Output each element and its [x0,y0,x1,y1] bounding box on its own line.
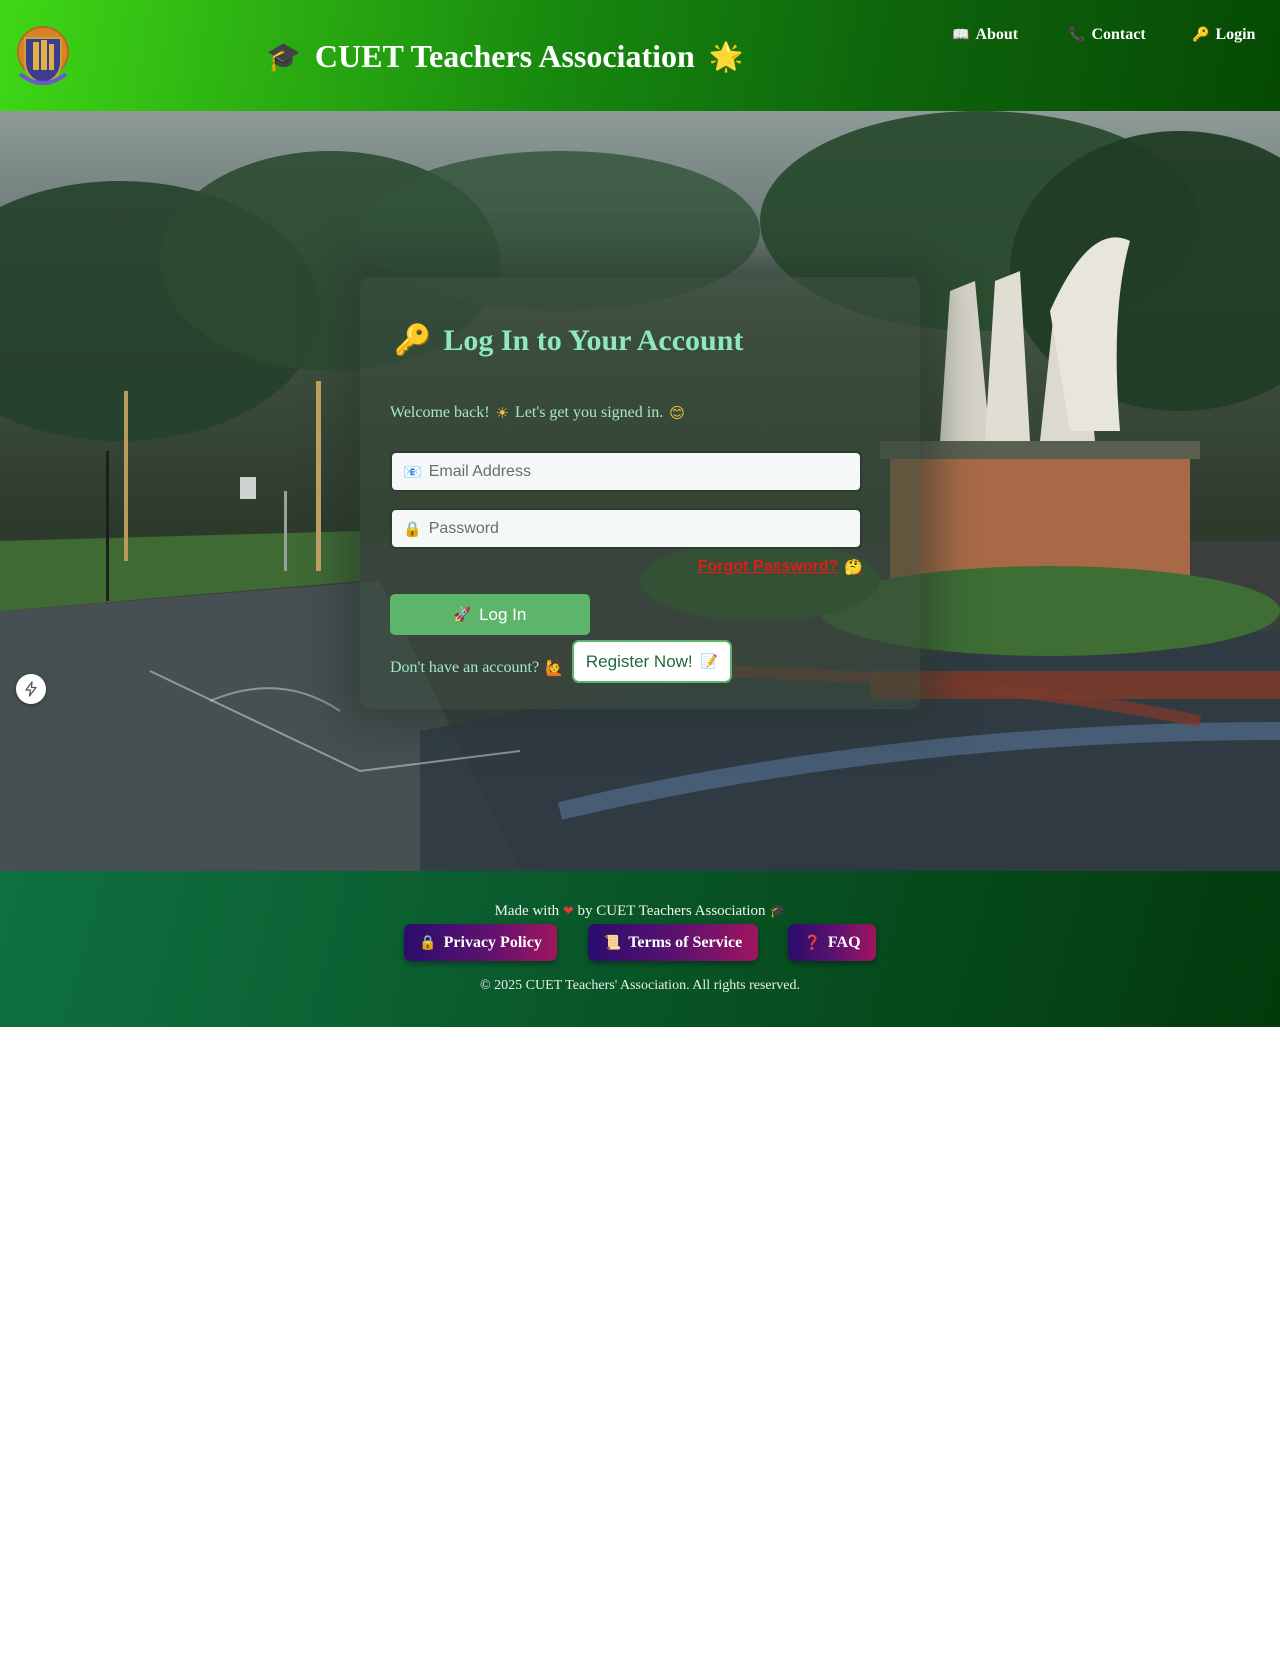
email-icon: 📧 [403,462,422,481]
smile-icon: 😊 [669,404,685,422]
login-card: 🔑 Log In to Your Account Welcome back! ☀… [360,277,920,709]
memo-icon: 📝 [700,653,719,670]
welcome-text: Welcome back! [390,404,490,421]
cuet-logo[interactable] [16,22,70,88]
login-button[interactable]: 🚀 Log In [390,594,590,635]
nav-about-label: About [975,26,1019,43]
person-raising-hand-icon: 🙋 [545,659,564,677]
email-input[interactable] [428,462,860,481]
sparkle-star-icon: 🌟 [708,39,744,73]
lock-icon: 🔒 [403,519,422,538]
nav-login[interactable]: 🔑 Login [1192,26,1255,44]
made-with-label: Made with [494,903,560,919]
thinking-face-icon: 🤔 [844,558,863,576]
site-title-text: CUET Teachers Association [314,37,695,74]
nav-about[interactable]: 📖 About [952,26,1018,44]
terms-of-service-label: Terms of Service [628,933,743,951]
password-input[interactable] [428,519,860,538]
faq-button[interactable]: ❓ FAQ [788,924,876,961]
rocket-icon: 🚀 [453,606,472,623]
forgot-password-link[interactable]: Forgot Password? 🤔 [698,558,863,576]
nav-contact[interactable]: 📞 Contact [1068,26,1146,44]
copyright-text: © 2025 CUET Teachers' Association. All r… [480,978,800,993]
graduation-cap-icon: 🎓 [769,904,786,919]
sun-icon: ☀ [495,404,509,422]
book-icon: 📖 [952,27,970,43]
login-title: 🔑 Log In to Your Account [394,323,743,358]
privacy-policy-label: Privacy Policy [443,933,542,951]
register-button[interactable]: Register Now! 📝 [572,640,732,683]
login-title-text: Log In to Your Account [443,323,744,357]
faq-label: FAQ [827,933,861,951]
key-icon: 🔑 [394,323,432,358]
made-by-label: by CUET Teachers Association [577,903,766,919]
lightning-icon[interactable] [16,674,46,704]
hero-background: 🔑 Log In to Your Account Welcome back! ☀… [0,111,1280,871]
register-button-label: Register Now! [585,651,693,671]
heart-icon: ❤ [562,904,574,919]
site-footer: Made with ❤ by CUET Teachers Association… [0,871,1280,1027]
forgot-password-text: Forgot Password? [697,558,839,575]
password-field[interactable]: 🔒 [390,508,862,549]
privacy-policy-button[interactable]: 🔒 Privacy Policy [404,924,557,961]
login-button-label: Log In [479,604,527,624]
welcome-message: Welcome back! ☀ Let's get you signed in.… [390,404,685,422]
scroll-icon: 📜 [603,934,622,951]
no-account-label: Don't have an account? [390,659,540,676]
made-with-text: Made with ❤ by CUET Teachers Association… [0,903,1280,920]
email-field[interactable]: 📧 [390,451,862,492]
site-title: 🎓 CUET Teachers Association 🌟 [266,34,744,78]
nav-login-label: Login [1215,26,1256,43]
lock-icon: 🔒 [419,934,437,951]
nav-contact-label: Contact [1091,26,1146,43]
key-icon: 🔑 [1192,27,1210,43]
site-header: 🎓 CUET Teachers Association 🌟 📖 About 📞 … [0,0,1280,111]
no-account-text: Don't have an account? 🙋 [390,659,564,677]
phone-icon: 📞 [1068,27,1086,43]
question-icon: ❓ [803,934,821,951]
graduation-cap-icon: 🎓 [266,39,301,73]
terms-of-service-button[interactable]: 📜 Terms of Service [588,924,758,961]
welcome-rest-text: Let's get you signed in. [515,404,664,421]
